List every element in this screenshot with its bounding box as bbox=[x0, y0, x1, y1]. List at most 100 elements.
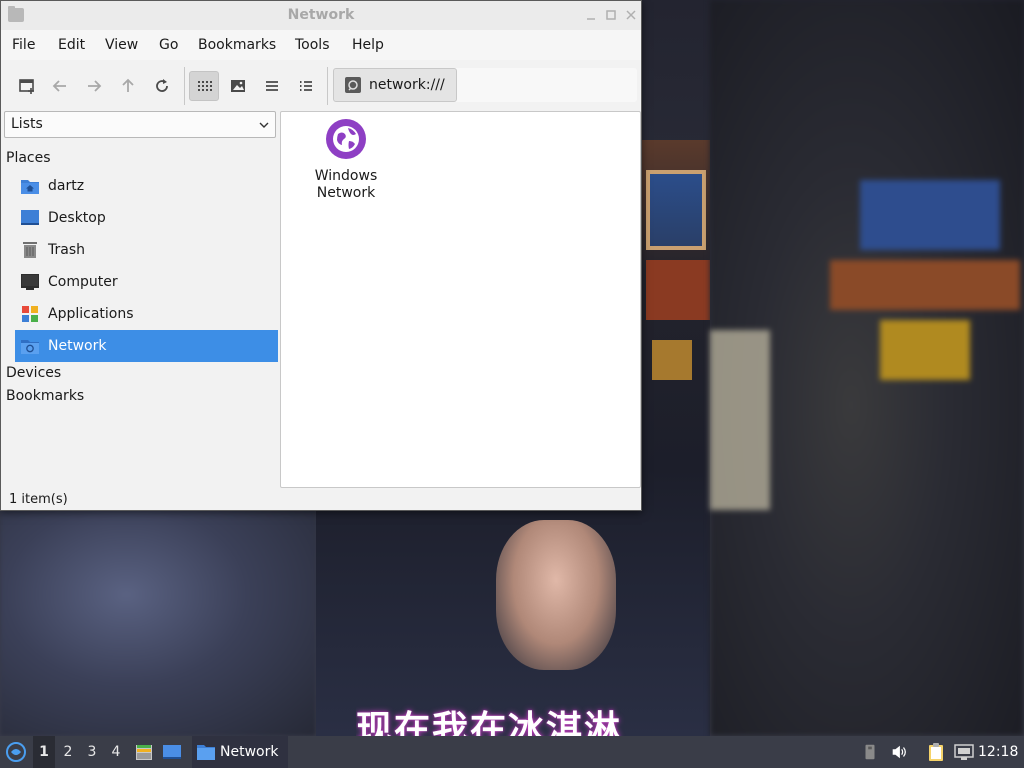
close-button[interactable] bbox=[624, 8, 638, 22]
window-titlebar[interactable]: Network bbox=[1, 1, 641, 30]
location-text: network:/// bbox=[369, 77, 445, 93]
applications-icon bbox=[20, 304, 40, 324]
back-button[interactable] bbox=[45, 71, 75, 101]
desktop-icon bbox=[163, 745, 181, 759]
usb-drive-icon bbox=[865, 744, 875, 760]
menu-edit[interactable]: Edit bbox=[58, 37, 85, 53]
maximize-icon bbox=[606, 10, 616, 20]
bookmarks-heading[interactable]: Bookmarks bbox=[6, 388, 84, 404]
reload-icon bbox=[156, 79, 168, 92]
windows-network-icon bbox=[326, 119, 366, 159]
volume-tray[interactable] bbox=[889, 742, 909, 762]
menu-help[interactable]: Help bbox=[352, 37, 384, 53]
network-drive-icon bbox=[345, 77, 361, 93]
clipboard-icon bbox=[929, 743, 943, 761]
computer-icon bbox=[20, 272, 40, 292]
file-manager-launcher[interactable] bbox=[132, 736, 156, 768]
compact-view-button[interactable] bbox=[257, 71, 287, 101]
wallpaper-blob bbox=[880, 320, 970, 380]
grid-view-icon bbox=[198, 81, 212, 91]
sidebar-item-label: Applications bbox=[48, 306, 134, 322]
up-button[interactable] bbox=[113, 71, 143, 101]
menu-file[interactable]: File bbox=[12, 37, 35, 53]
toolbar-separator bbox=[327, 67, 328, 105]
status-bar: 1 item(s) bbox=[1, 488, 641, 510]
chevron-down-icon bbox=[259, 122, 269, 128]
sidebar-item-label: Trash bbox=[48, 242, 85, 258]
location-bar[interactable]: network:/// bbox=[333, 68, 637, 102]
toolbar: network:/// bbox=[1, 60, 641, 108]
sidebar: Lists Places dartz Desktop Trash Compute… bbox=[1, 108, 279, 488]
sidebar-item-computer[interactable]: Computer bbox=[15, 266, 278, 298]
sidebar-mode-value: Lists bbox=[11, 116, 43, 132]
workspace-3[interactable]: 3 bbox=[81, 736, 103, 768]
forward-button[interactable] bbox=[79, 71, 109, 101]
trash-icon bbox=[20, 240, 40, 260]
workspace-2[interactable]: 2 bbox=[57, 736, 79, 768]
clock[interactable]: 12:18 bbox=[978, 744, 1018, 760]
arrow-up-icon bbox=[122, 78, 134, 92]
clipboard-tray[interactable] bbox=[926, 742, 946, 762]
file-item-label: Windows Network bbox=[314, 168, 378, 201]
detailed-view-button[interactable] bbox=[291, 71, 321, 101]
wallpaper-light-shape bbox=[652, 340, 692, 380]
reload-button[interactable] bbox=[147, 71, 177, 101]
wallpaper-subtitle: 现在我在冰淇淋 bbox=[356, 709, 623, 736]
menu-bookmarks[interactable]: Bookmarks bbox=[198, 37, 276, 53]
image-icon bbox=[231, 80, 245, 92]
window-title: Network bbox=[287, 7, 355, 23]
network-icon bbox=[20, 336, 40, 356]
volume-icon bbox=[892, 745, 906, 759]
places-heading[interactable]: Places bbox=[6, 150, 51, 166]
sidebar-item-label: dartz bbox=[48, 178, 85, 194]
wallpaper-blob bbox=[830, 260, 1020, 310]
menu-view[interactable]: View bbox=[105, 37, 138, 53]
network-tray[interactable] bbox=[954, 742, 974, 762]
task-label: Network bbox=[220, 744, 279, 760]
sidebar-item-label: Network bbox=[48, 338, 107, 354]
wallpaper-hand-shape bbox=[496, 520, 616, 670]
sidebar-item-trash[interactable]: Trash bbox=[15, 234, 278, 266]
detailed-list-icon bbox=[300, 81, 312, 91]
list-icon bbox=[266, 81, 278, 91]
file-list-pane[interactable]: Windows Network bbox=[280, 111, 641, 488]
wallpaper-right-panel bbox=[710, 0, 1024, 736]
show-desktop-button[interactable] bbox=[160, 736, 184, 768]
item-count: 1 item(s) bbox=[9, 492, 68, 507]
sidebar-item-applications[interactable]: Applications bbox=[15, 298, 278, 330]
home-folder-icon bbox=[20, 176, 40, 196]
desktop-icon bbox=[20, 208, 40, 228]
wallpaper-left-panel bbox=[0, 500, 316, 736]
menu-go[interactable]: Go bbox=[159, 37, 178, 53]
taskbar: 1 2 3 4 Network 12:18 bbox=[0, 736, 1024, 768]
menu-bar: File Edit View Go Bookmarks Tools Help bbox=[1, 30, 641, 60]
path-button-network[interactable]: network:/// bbox=[333, 68, 457, 102]
workspace-1[interactable]: 1 bbox=[33, 736, 55, 768]
new-tab-button[interactable] bbox=[12, 71, 42, 101]
workspace-4[interactable]: 4 bbox=[105, 736, 127, 768]
arrow-left-icon bbox=[52, 80, 66, 92]
sidebar-item-label: Desktop bbox=[48, 210, 106, 226]
sidebar-item-dartz[interactable]: dartz bbox=[15, 170, 278, 202]
file-item-windows-network[interactable]: Windows Network bbox=[303, 118, 389, 202]
sidebar-item-label: Computer bbox=[48, 274, 118, 290]
start-menu-button[interactable] bbox=[2, 736, 30, 768]
wallpaper-blob bbox=[860, 180, 1000, 250]
task-network-window[interactable]: Network bbox=[192, 736, 288, 768]
sidebar-mode-select[interactable]: Lists bbox=[4, 111, 276, 138]
wallpaper-sign-shape bbox=[646, 260, 710, 320]
maximize-button[interactable] bbox=[604, 8, 618, 22]
minimize-icon bbox=[587, 18, 595, 20]
thumbnail-view-button[interactable] bbox=[223, 71, 253, 101]
sidebar-item-network[interactable]: Network bbox=[15, 330, 278, 362]
wallpaper-window-shape bbox=[646, 170, 706, 250]
devices-heading[interactable]: Devices bbox=[6, 365, 61, 381]
arrow-right-icon bbox=[88, 80, 102, 92]
minimize-button[interactable] bbox=[584, 8, 598, 22]
wallpaper-blob bbox=[710, 330, 770, 510]
new-tab-icon bbox=[19, 79, 34, 94]
removable-media-tray[interactable] bbox=[860, 742, 880, 762]
sidebar-item-desktop[interactable]: Desktop bbox=[15, 202, 278, 234]
menu-tools[interactable]: Tools bbox=[295, 37, 330, 53]
icon-view-button[interactable] bbox=[189, 71, 219, 101]
